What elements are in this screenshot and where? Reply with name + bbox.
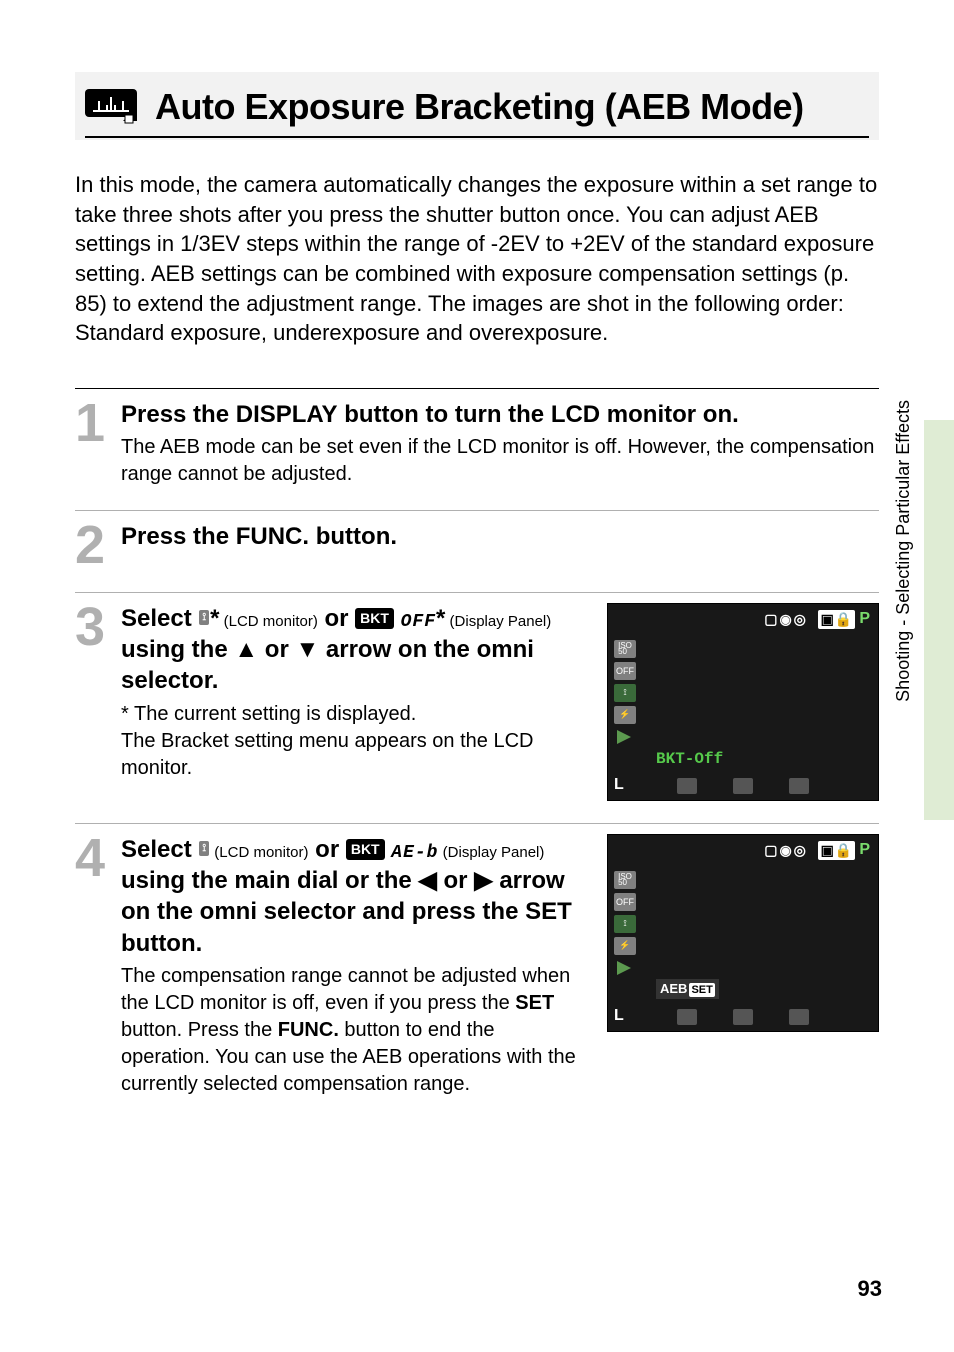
size-l: L [614,776,624,794]
step-head-text: button. [309,523,397,550]
bkt-label: BKT [355,608,394,628]
step-head-text: Press the [121,523,236,550]
using-text: using the main dial or the [121,867,418,894]
step-head-select: Select [121,836,198,863]
timer-icon: ◉ [779,611,791,628]
display-panel-note: (Display Panel) [439,844,545,861]
off-icon: OFF [614,662,636,680]
off-icon: OFF [614,893,636,911]
iso-icon: ISO 50 [614,871,636,889]
timer-icon: ◉ [779,842,791,859]
step-number: 1 [75,399,107,488]
section-color-tab [924,420,954,820]
section-title-bar: Auto Exposure Bracketing (AEB Mode) [75,72,879,140]
section-side-label: Shooting - Selecting Particular Effects [893,400,914,702]
step-number: 3 [75,603,107,801]
using-text: using the [121,636,234,663]
left-arrow-icon: ◀ [418,867,436,894]
step-number: 4 [75,834,107,1098]
set-button-label: SET [525,898,572,925]
segment-off: OFF [401,612,436,632]
play-triangle-icon [614,959,636,977]
right-arrow-icon: ▶ [474,867,492,894]
target-icon: ◎ [794,611,806,628]
step-4: 4 Select ⟟ (LCD monitor) or BKT AE-b (Di… [75,824,879,1120]
lock-icon: 🔒 [835,842,852,859]
mode-p: P [859,841,870,859]
set-box: SET [689,983,714,997]
flash-icon: ⚡ [614,706,636,724]
bracket-off-icon: ⟟ [199,610,209,625]
step-description: button. Press the [121,1019,278,1041]
bracket-mode-icon [85,89,137,125]
page-number: 93 [858,1276,882,1302]
play-triangle-icon [614,728,636,746]
lock-icon: 🔒 [835,611,852,628]
or-text: or [318,605,355,632]
using-text: button. [121,930,202,957]
step-description: The Bracket setting menu appears on the … [121,730,533,779]
bottom-icon [789,1009,809,1025]
bkt-off-text: BKT-Off [656,750,723,768]
rotate-icon: ▣ [821,842,834,859]
display-panel-note: (Display Panel) [445,613,551,630]
flash-icon: ⚡ [614,937,636,955]
step-description: The compensation range cannot be adjuste… [121,965,570,1014]
lcd-preview-2: ▢ ◉ ◎ ▣ 🔒 P ISO 50 OFF ⟟ [607,834,879,1032]
bkt-label: BKT [346,839,385,859]
or-text: or [437,867,474,894]
segment-aeb: AE-b [391,843,438,863]
intro-paragraph: In this mode, the camera automatically c… [75,170,879,348]
func-button-label: FUNC. [236,523,309,550]
step-head-select: Select [121,605,198,632]
mode-p: P [859,610,870,628]
step-2: 2 Press the FUNC. button. [75,511,879,593]
lcd-preview-1: ▢ ◉ ◎ ▣ 🔒 P ISO 50 OFF ⟟ [607,603,879,801]
size-l: L [614,1007,624,1025]
step-1: 1 Press the DISPLAY button to turn the L… [75,389,879,511]
card-icon: ▢ [764,611,777,628]
selected-row-icon: ⟟ [614,684,636,702]
iso-icon: ISO 50 [614,640,636,658]
bottom-icon [789,778,809,794]
display-button-label: DISPLAY [236,401,338,428]
down-arrow-icon: ▼ [295,636,319,663]
aeb-set-text: AEBSET [656,979,719,999]
rotate-icon: ▣ [821,611,834,628]
up-arrow-icon: ▲ [234,636,258,663]
lcd-monitor-note: (LCD monitor) [210,844,308,861]
step-description: The AEB mode can be set even if the LCD … [121,434,879,488]
or-text: or [308,836,345,863]
or-text: or [258,636,295,663]
asterisk: * [436,605,445,632]
aeb-icon: ⟟ [199,841,209,856]
func-button-label: FUNC. [278,1019,339,1041]
selected-row-icon: ⟟ [614,915,636,933]
lcd-monitor-note: (LCD monitor) [219,613,317,630]
bottom-icon [677,1009,697,1025]
bottom-icon [677,778,697,794]
card-icon: ▢ [764,842,777,859]
set-button-label: SET [515,992,554,1014]
bottom-icon [733,1009,753,1025]
asterisk-note: * The current setting is displayed. [121,703,416,725]
step-3: 3 Select ⟟* (LCD monitor) or BKT OFF* (D… [75,593,879,824]
bottom-icon [733,778,753,794]
target-icon: ◎ [794,842,806,859]
step-head-text: Press the [121,401,236,428]
step-head-text: button to turn the LCD monitor on. [338,401,739,428]
step-number: 2 [75,521,107,570]
section-title: Auto Exposure Bracketing (AEB Mode) [155,86,804,128]
